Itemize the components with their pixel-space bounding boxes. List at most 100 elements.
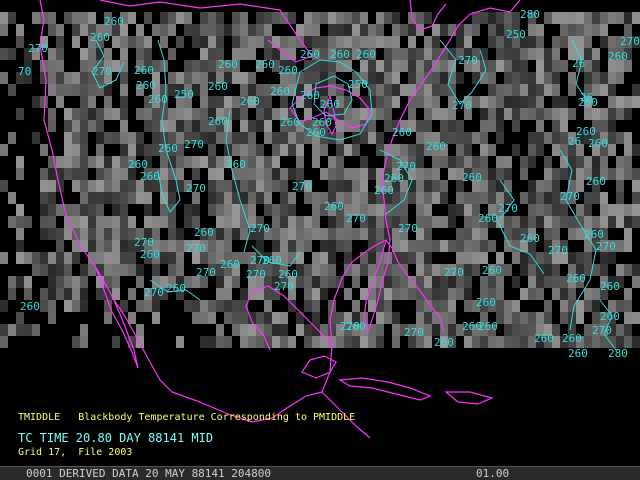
temperature-pixel xyxy=(112,204,120,216)
temperature-pixel xyxy=(16,324,24,336)
temperature-pixel xyxy=(544,132,552,144)
temperature-pixel xyxy=(96,192,104,204)
temperature-pixel xyxy=(80,96,88,108)
temperature-pixel xyxy=(56,48,64,60)
temperature-pixel xyxy=(168,180,176,192)
temperature-pixel xyxy=(376,108,384,120)
temperature-pixel xyxy=(120,228,128,240)
temperature-pixel xyxy=(216,276,224,288)
temperature-pixel xyxy=(312,288,320,300)
temperature-pixel xyxy=(208,96,216,108)
temperature-pixel xyxy=(568,12,576,24)
temperature-pixel xyxy=(336,168,344,180)
temperature-pixel xyxy=(312,276,320,288)
temperature-pixel xyxy=(288,48,296,60)
temperature-pixel xyxy=(392,264,400,276)
grid-caption: Grid 17, File 2003 xyxy=(18,447,133,458)
temperature-pixel xyxy=(272,180,280,192)
temperature-pixel xyxy=(80,132,88,144)
temperature-pixel xyxy=(384,96,392,108)
temperature-pixel xyxy=(480,252,488,264)
temperature-pixel xyxy=(496,48,504,60)
temperature-pixel xyxy=(624,324,632,336)
temperature-pixel xyxy=(416,144,424,156)
temperature-pixel xyxy=(328,12,336,24)
temperature-pixel xyxy=(552,132,560,144)
temperature-pixel xyxy=(8,192,16,204)
temperature-pixel xyxy=(464,24,472,36)
temperature-pixel xyxy=(184,156,192,168)
temperature-pixel xyxy=(616,132,624,144)
time-caption: TC TIME 20.80 DAY 88141 MID xyxy=(18,431,214,445)
temperature-pixel xyxy=(552,192,560,204)
temperature-pixel xyxy=(360,132,368,144)
temperature-pixel xyxy=(272,144,280,156)
temperature-pixel xyxy=(56,156,64,168)
temperature-pixel xyxy=(16,228,24,240)
temperature-pixel xyxy=(248,72,256,84)
temperature-pixel xyxy=(104,180,112,192)
temperature-pixel xyxy=(376,312,384,324)
temperature-pixel xyxy=(432,264,440,276)
temperature-pixel xyxy=(472,336,480,348)
temperature-pixel xyxy=(232,276,240,288)
contour-label: 260 xyxy=(140,170,160,183)
temperature-pixel xyxy=(320,288,328,300)
temperature-pixel xyxy=(112,336,120,348)
temperature-pixel xyxy=(560,60,568,72)
contour-label: 260 xyxy=(136,79,156,92)
temperature-pixel xyxy=(280,48,288,60)
temperature-pixel xyxy=(496,252,504,264)
temperature-pixel xyxy=(456,204,464,216)
temperature-pixel xyxy=(344,240,352,252)
temperature-pixel xyxy=(632,84,640,96)
temperature-pixel xyxy=(96,180,104,192)
temperature-pixel xyxy=(560,168,568,180)
temperature-pixel xyxy=(88,12,96,24)
contour-label: 270 xyxy=(186,242,206,255)
temperature-pixel xyxy=(424,228,432,240)
temperature-pixel xyxy=(200,120,208,132)
temperature-pixel xyxy=(384,276,392,288)
temperature-pixel xyxy=(224,240,232,252)
temperature-pixel xyxy=(440,180,448,192)
temperature-pixel xyxy=(64,288,72,300)
temperature-pixel xyxy=(240,144,248,156)
contour-label: 280 xyxy=(520,8,540,21)
temperature-pixel xyxy=(88,240,96,252)
temperature-pixel xyxy=(248,168,256,180)
temperature-pixel xyxy=(352,336,360,348)
temperature-pixel xyxy=(216,24,224,36)
temperature-pixel xyxy=(336,144,344,156)
contour-label: 260 xyxy=(476,296,496,309)
temperature-pixel xyxy=(56,264,64,276)
temperature-pixel xyxy=(120,204,128,216)
temperature-pixel xyxy=(552,36,560,48)
temperature-pixel xyxy=(264,204,272,216)
temperature-pixel xyxy=(576,204,584,216)
temperature-pixel xyxy=(504,96,512,108)
temperature-pixel xyxy=(576,168,584,180)
temperature-pixel xyxy=(320,168,328,180)
temperature-pixel xyxy=(88,156,96,168)
temperature-pixel xyxy=(456,72,464,84)
temperature-pixel xyxy=(536,132,544,144)
temperature-pixel xyxy=(488,108,496,120)
temperature-pixel xyxy=(376,228,384,240)
temperature-pixel xyxy=(568,252,576,264)
temperature-pixel xyxy=(160,252,168,264)
temperature-pixel xyxy=(192,312,200,324)
contour-label: 260 xyxy=(280,116,300,129)
temperature-pixel xyxy=(360,24,368,36)
temperature-pixel xyxy=(472,12,480,24)
temperature-pixel xyxy=(80,48,88,60)
temperature-pixel xyxy=(368,216,376,228)
temperature-pixel xyxy=(312,12,320,24)
contour-label: 270 xyxy=(444,266,464,279)
temperature-pixel xyxy=(464,252,472,264)
temperature-pixel xyxy=(544,192,552,204)
temperature-pixel xyxy=(504,12,512,24)
temperature-pixel xyxy=(256,120,264,132)
contour-label: 260 xyxy=(374,184,394,197)
temperature-pixel xyxy=(112,108,120,120)
